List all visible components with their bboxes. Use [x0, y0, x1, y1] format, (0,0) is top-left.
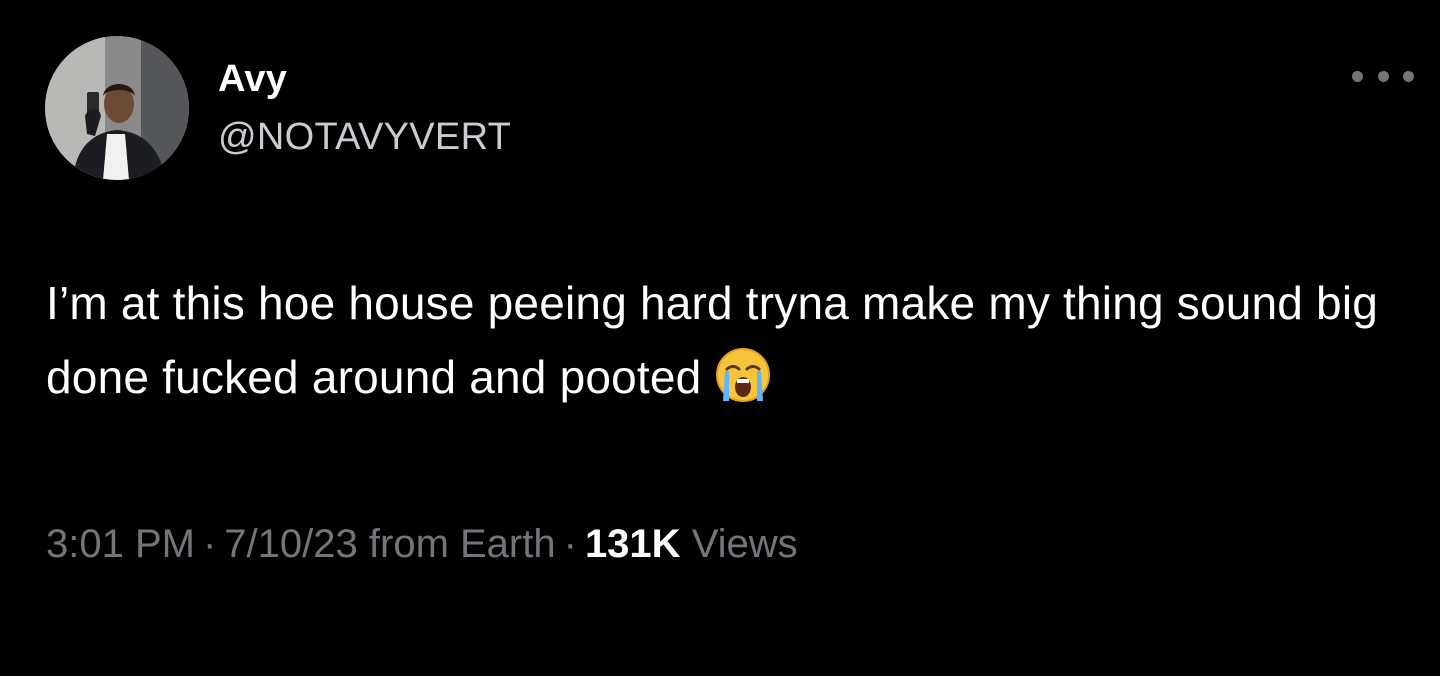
more-horizontal-icon-dot: [1377, 70, 1389, 82]
views-label: Views: [691, 522, 798, 566]
more-horizontal-icon: [1352, 70, 1363, 82]
views-count[interactable]: 131K: [585, 522, 681, 566]
avatar[interactable]: [45, 36, 189, 180]
tweet-meta: 3:01 PM · 7/10/23 from Earth · 131K Views: [46, 518, 798, 570]
tweet-time[interactable]: 3:01 PM: [46, 522, 195, 566]
tweet-source: from Earth: [368, 522, 556, 566]
tweet-date[interactable]: 7/10/23: [224, 522, 357, 566]
display-name[interactable]: Avy: [218, 56, 287, 102]
loudly-crying-face-icon: [715, 347, 771, 403]
tweet-text: I’m at this hoe house peeing hard tryna …: [46, 266, 1416, 414]
tweet: Avy @NOTAVYVERT I’m at this hoe house pe…: [0, 0, 1440, 676]
avatar-image: [45, 36, 189, 180]
more-horizontal-icon-dot: [1403, 70, 1414, 82]
separator: ·: [202, 522, 217, 566]
tweet-body: I’m at this hoe house peeing hard tryna …: [46, 277, 1379, 403]
separator: ·: [563, 522, 577, 566]
user-handle[interactable]: @NOTAVYVERT: [218, 114, 511, 160]
more-options-button[interactable]: [1352, 62, 1414, 90]
